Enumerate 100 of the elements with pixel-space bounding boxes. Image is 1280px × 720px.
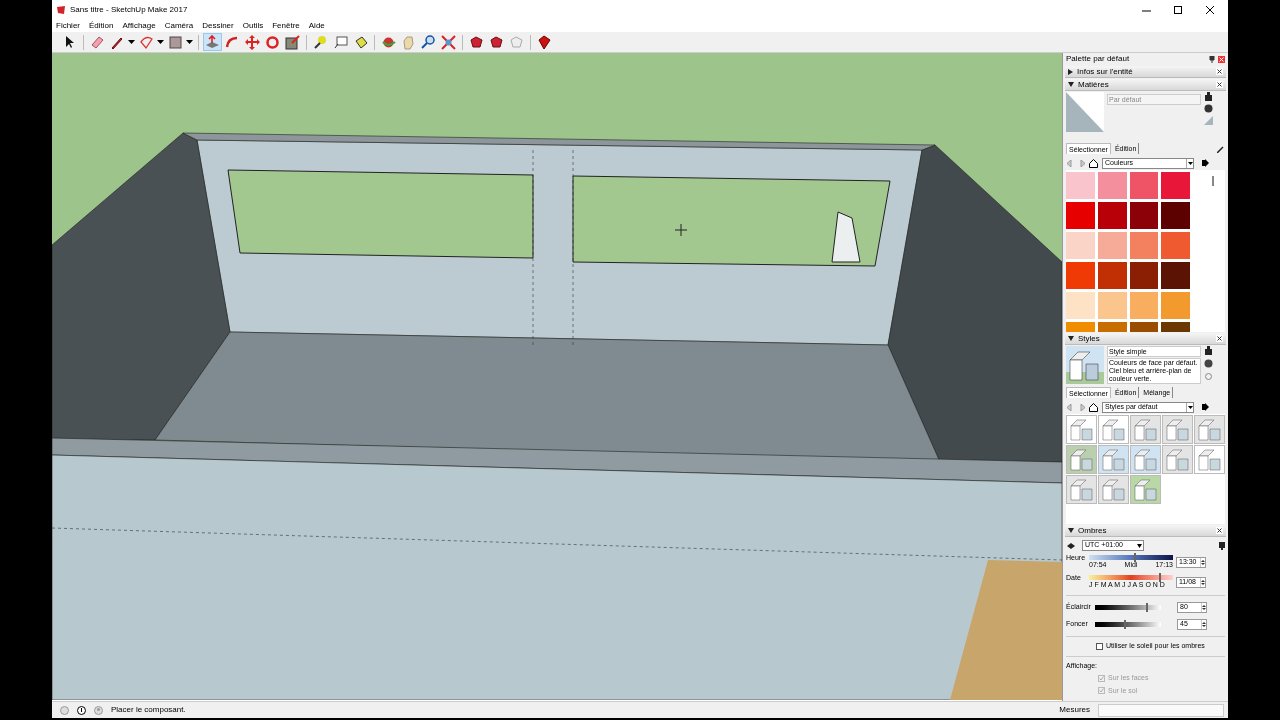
door-model-drawing bbox=[831, 211, 861, 263]
color-swatch[interactable] bbox=[1161, 292, 1190, 319]
menu-item[interactable]: Affichage bbox=[122, 20, 156, 32]
slider-track[interactable] bbox=[1089, 575, 1173, 580]
section-title: Infos sur l'entité bbox=[1077, 65, 1133, 78]
back-icon[interactable] bbox=[1067, 159, 1074, 167]
style-thumbnail[interactable] bbox=[1130, 415, 1161, 444]
home-icon[interactable] bbox=[1089, 402, 1098, 412]
color-swatch[interactable] bbox=[1097, 202, 1127, 229]
window-title: Sans titre - SketchUp Make 2017 bbox=[70, 4, 188, 16]
color-swatch[interactable] bbox=[1129, 262, 1159, 289]
section-header[interactable]: Ombres bbox=[1065, 525, 1226, 537]
color-swatch[interactable] bbox=[1066, 172, 1095, 199]
style-thumbnail[interactable] bbox=[1194, 415, 1225, 444]
zoom-extents-icon[interactable] bbox=[439, 33, 458, 51]
style-thumbnail[interactable] bbox=[1130, 475, 1161, 504]
home-icon[interactable] bbox=[1089, 158, 1098, 168]
pin-icon[interactable] bbox=[1209, 55, 1215, 63]
color-swatch[interactable] bbox=[1066, 262, 1095, 289]
slider-track[interactable] bbox=[1095, 605, 1161, 610]
scale-icon[interactable] bbox=[283, 33, 302, 51]
user-icon[interactable] bbox=[94, 705, 103, 715]
spinner-icon bbox=[1201, 620, 1206, 629]
menu-item[interactable]: Caméra bbox=[164, 20, 194, 32]
rotate-icon[interactable] bbox=[263, 33, 282, 51]
forward-icon[interactable] bbox=[1078, 403, 1085, 411]
refresh-icon[interactable] bbox=[1204, 372, 1213, 381]
status-message: Placer le composant. bbox=[111, 704, 186, 716]
app-logo-icon bbox=[56, 5, 66, 15]
style-thumbnail[interactable] bbox=[1066, 475, 1097, 504]
eyedropper-icon[interactable] bbox=[1217, 144, 1225, 153]
slider-thumb[interactable] bbox=[1146, 603, 1149, 612]
collapse-triangle-icon bbox=[1068, 528, 1074, 533]
measurements-label: Mesures bbox=[1059, 704, 1090, 716]
menu-item[interactable]: Fichier bbox=[56, 20, 80, 32]
checkbox[interactable] bbox=[1096, 642, 1103, 650]
color-swatch[interactable] bbox=[1097, 292, 1127, 319]
style-thumbnail[interactable] bbox=[1066, 445, 1097, 474]
color-swatch[interactable] bbox=[1161, 232, 1190, 259]
create-style-icon[interactable] bbox=[1205, 346, 1212, 355]
measurements-field[interactable] bbox=[1098, 703, 1224, 717]
forward-icon[interactable] bbox=[1078, 159, 1085, 167]
style-thumbnail[interactable] bbox=[1098, 475, 1129, 504]
details-arrow-icon[interactable] bbox=[1202, 159, 1209, 167]
collapse-triangle-icon bbox=[1068, 82, 1074, 87]
color-swatch[interactable] bbox=[1097, 172, 1127, 199]
slider-thumb[interactable] bbox=[1158, 573, 1161, 582]
style-thumbnail[interactable] bbox=[1098, 415, 1129, 444]
style-thumbnail[interactable] bbox=[1162, 445, 1193, 474]
back-icon[interactable] bbox=[1067, 403, 1074, 411]
style-thumbnail[interactable] bbox=[1194, 445, 1225, 474]
dropdown-caret-icon bbox=[1136, 543, 1143, 548]
color-swatch[interactable] bbox=[1161, 172, 1190, 199]
menu-item[interactable]: Dessiner bbox=[202, 20, 234, 32]
color-swatch[interactable] bbox=[1129, 232, 1159, 259]
section-title: Matières bbox=[1078, 78, 1109, 91]
expand-triangle-icon bbox=[1068, 68, 1073, 75]
style-thumbnail[interactable] bbox=[1162, 415, 1193, 444]
info-icon[interactable] bbox=[77, 705, 86, 715]
color-swatch[interactable] bbox=[1097, 232, 1127, 259]
zoom-icon[interactable] bbox=[419, 33, 438, 51]
style-preview-drawing bbox=[1066, 346, 1104, 384]
update-style-icon[interactable] bbox=[1204, 359, 1213, 368]
close-icon[interactable] bbox=[1216, 81, 1223, 88]
section-header[interactable]: Styles bbox=[1065, 333, 1226, 345]
section-header[interactable]: Matières bbox=[1065, 79, 1226, 91]
style-thumbnail[interactable] bbox=[1130, 445, 1161, 474]
section-header[interactable]: Infos sur l'entité bbox=[1065, 66, 1226, 78]
slider-track[interactable] bbox=[1089, 555, 1173, 560]
color-swatch[interactable] bbox=[1161, 262, 1190, 289]
color-swatch[interactable] bbox=[1161, 202, 1190, 229]
details-icon[interactable] bbox=[1219, 541, 1225, 550]
sample-paint-icon[interactable] bbox=[1204, 104, 1213, 113]
material-preview bbox=[1066, 92, 1104, 132]
rectangle-icon[interactable] bbox=[166, 33, 185, 51]
close-icon[interactable] bbox=[1216, 68, 1223, 75]
scrollbar-thumb[interactable] bbox=[1212, 176, 1214, 186]
create-material-icon[interactable] bbox=[1205, 92, 1212, 101]
move-icon[interactable] bbox=[243, 33, 262, 51]
color-swatch[interactable] bbox=[1066, 232, 1095, 259]
color-swatch[interactable] bbox=[1129, 292, 1159, 319]
slider-thumb[interactable] bbox=[1134, 553, 1137, 562]
color-swatch[interactable] bbox=[1066, 202, 1095, 229]
style-thumbnail[interactable] bbox=[1066, 415, 1097, 444]
color-swatch[interactable] bbox=[1097, 262, 1127, 289]
panel-title: Palette par défaut bbox=[1066, 53, 1130, 65]
color-swatch[interactable] bbox=[1066, 292, 1095, 319]
close-icon[interactable] bbox=[1216, 335, 1223, 342]
menu-item[interactable]: Aide bbox=[308, 20, 325, 32]
menu-item[interactable]: Édition bbox=[89, 20, 114, 32]
details-arrow-icon[interactable] bbox=[1202, 403, 1209, 411]
close-icon[interactable] bbox=[1216, 527, 1223, 534]
color-swatch[interactable] bbox=[1129, 172, 1159, 199]
style-thumbnail[interactable] bbox=[1098, 445, 1129, 474]
menu-item[interactable]: Fenêtre bbox=[272, 20, 300, 32]
slider-thumb[interactable] bbox=[1123, 620, 1126, 629]
slider-track[interactable] bbox=[1095, 622, 1161, 627]
menu-item[interactable]: Outils bbox=[242, 20, 264, 32]
color-swatch[interactable] bbox=[1129, 202, 1159, 229]
push-pull-icon[interactable] bbox=[203, 33, 222, 51]
